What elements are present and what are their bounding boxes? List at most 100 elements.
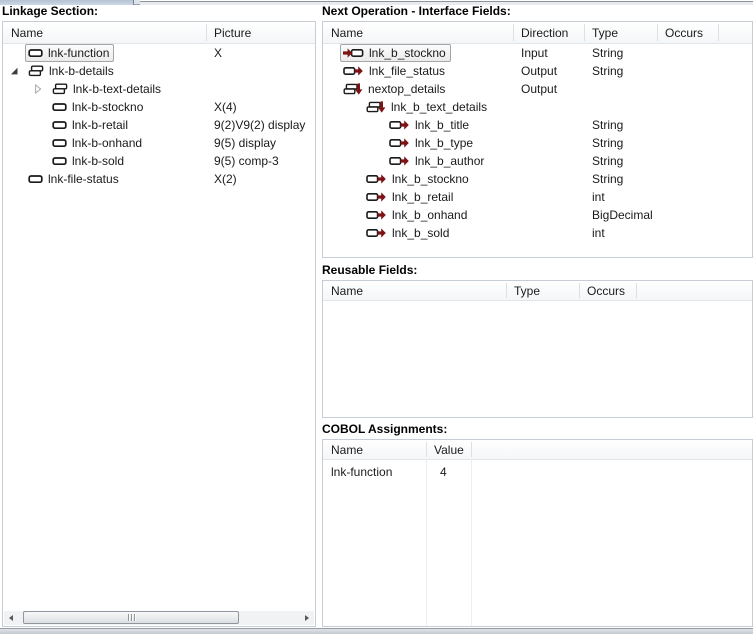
item[interactable]: lnk_file_status xyxy=(340,62,450,80)
item[interactable]: lnk_b_stockno xyxy=(363,170,474,188)
column-separator[interactable] xyxy=(718,24,719,41)
tree-row[interactable]: lnk_b_onhand BigDecimal xyxy=(323,206,752,224)
field-name: lnk_b_type xyxy=(415,136,473,150)
column-separator[interactable] xyxy=(206,24,207,41)
tree-row[interactable]: lnk-b-sold 9(5) comp-3 xyxy=(3,152,315,170)
column-separator[interactable] xyxy=(584,24,585,41)
item[interactable]: lnk_b_title xyxy=(386,116,474,134)
item[interactable]: nextop_details xyxy=(340,80,450,99)
tree-row[interactable]: lnk-b-retail 9(2)V9(2) display xyxy=(3,116,315,134)
tree-row[interactable]: lnk_b_text_details xyxy=(323,98,752,116)
reusable-fields-table: Name Type Occurs xyxy=(322,280,753,418)
tree-collapsed-icon[interactable] xyxy=(33,84,49,94)
field-name: lnk-b-onhand xyxy=(72,136,142,150)
output-field-icon xyxy=(389,154,410,168)
column-header-direction[interactable]: Direction xyxy=(521,26,568,40)
field-name: lnk-file-status xyxy=(48,172,119,186)
tree-row[interactable]: nextop_details Output xyxy=(323,80,752,98)
picture-cell: 9(2)V9(2) display xyxy=(214,118,305,132)
row-indent xyxy=(323,197,363,198)
column-header-name[interactable]: Name xyxy=(331,284,363,298)
direction-cell: Output xyxy=(521,82,557,96)
picture-cell: X(2) xyxy=(214,172,237,186)
item[interactable]: lnk_b_retail xyxy=(363,188,458,206)
output-field-icon xyxy=(389,118,410,132)
tree-row[interactable]: lnk_b_retail int xyxy=(323,188,752,206)
tree-row[interactable]: lnk-b-details xyxy=(3,62,315,80)
tree-row[interactable]: lnk-functionX xyxy=(3,44,315,62)
column-separator[interactable] xyxy=(657,24,658,41)
linkage-horizontal-scrollbar[interactable] xyxy=(4,611,314,625)
item[interactable]: lnk-b-onhand xyxy=(49,134,147,152)
tree-row[interactable]: lnk_b_stocknoInputString xyxy=(323,44,752,62)
scroll-left-arrow-icon[interactable] xyxy=(4,611,18,625)
picture-cell: X(4) xyxy=(214,100,237,114)
tree-expanded-icon[interactable] xyxy=(9,66,25,76)
column-header-type[interactable]: Type xyxy=(514,284,540,298)
tree-row[interactable]: lnk_b_stocknoString xyxy=(323,170,752,188)
tree-row[interactable]: lnk-b-text-details xyxy=(3,80,315,98)
picture-cell: 9(5) comp-3 xyxy=(214,154,279,168)
row-indent xyxy=(323,71,340,72)
input-field-icon xyxy=(343,46,364,60)
column-header-name[interactable]: Name xyxy=(331,26,363,40)
linkage-tree: lnk-functionXlnk-b-details lnk-b-text-det… xyxy=(3,44,315,188)
scrollbar-thumb[interactable] xyxy=(23,611,239,624)
column-header-name[interactable]: Name xyxy=(331,443,363,457)
field-name: lnk_file_status xyxy=(369,64,445,78)
field-name: lnk-b-text-details xyxy=(73,82,161,96)
item[interactable]: lnk-b-details xyxy=(25,62,119,80)
item[interactable]: lnk_b_author xyxy=(386,152,489,170)
row-indent xyxy=(3,107,33,108)
outer-horizontal-scrollbar[interactable] xyxy=(0,628,753,634)
column-separator[interactable] xyxy=(426,442,427,457)
field-name: lnk-b-sold xyxy=(72,154,124,168)
tree-row[interactable]: lnk-b-stockno X(4) xyxy=(3,98,315,116)
item[interactable]: lnk_b_sold xyxy=(363,224,454,242)
column-separator[interactable] xyxy=(506,283,507,298)
row-indent xyxy=(323,125,386,126)
tree-row[interactable]: lnk-file-status X(2) xyxy=(3,170,315,188)
item[interactable]: lnk-b-sold xyxy=(49,152,129,170)
tree-row[interactable]: lnk_b_authorString xyxy=(323,152,752,170)
tree-row[interactable]: lnk-b-onhand 9(5) display xyxy=(3,134,315,152)
row-indent xyxy=(3,125,33,126)
assignment-name-cell: lnk-function xyxy=(331,465,392,479)
tree-row[interactable]: lnk_b_titleString xyxy=(323,116,752,134)
column-header-name[interactable]: Name xyxy=(11,26,43,40)
item[interactable]: lnk_b_onhand xyxy=(363,206,472,224)
picture-cell: 9(5) display xyxy=(214,136,276,150)
output-field-icon xyxy=(366,190,387,204)
tree-row[interactable]: lnk_b_soldint xyxy=(323,224,752,242)
selected-item[interactable]: lnk-function xyxy=(25,44,114,62)
tree-row[interactable]: lnk_b_typeString xyxy=(323,134,752,152)
item[interactable]: lnk_b_text_details xyxy=(363,98,492,117)
column-header-value[interactable]: Value xyxy=(434,443,464,457)
item[interactable]: lnk-file-status xyxy=(25,170,124,188)
field-name: lnk_b_onhand xyxy=(392,208,467,222)
field-name: lnk_b_retail xyxy=(392,190,453,204)
column-separator[interactable] xyxy=(471,442,472,457)
field-name: lnk_b_sold xyxy=(392,226,449,240)
selected-item[interactable]: lnk_b_stockno xyxy=(340,44,451,62)
item[interactable]: lnk-b-text-details xyxy=(49,80,166,98)
tree-row[interactable]: lnk_file_statusOutputString xyxy=(323,62,752,80)
item[interactable]: lnk-b-retail xyxy=(49,116,133,134)
output-field-icon xyxy=(343,64,364,78)
item[interactable]: lnk_b_type xyxy=(386,134,478,152)
row-indent xyxy=(323,107,363,108)
column-separator[interactable] xyxy=(579,283,580,298)
column-header-occurs[interactable]: Occurs xyxy=(665,26,703,40)
output-field-icon xyxy=(366,226,387,240)
column-separator[interactable] xyxy=(636,283,637,298)
column-header-type[interactable]: Type xyxy=(592,26,618,40)
type-cell: BigDecimal xyxy=(592,208,653,222)
table-row[interactable]: lnk-function4 xyxy=(323,460,752,482)
type-cell: int xyxy=(592,190,605,204)
column-header-picture[interactable]: Picture xyxy=(214,26,251,40)
scroll-right-arrow-icon[interactable] xyxy=(300,611,314,625)
item[interactable]: lnk-b-stockno xyxy=(49,98,148,116)
column-separator[interactable] xyxy=(513,24,514,41)
type-cell: String xyxy=(592,64,623,78)
column-header-occurs[interactable]: Occurs xyxy=(587,284,625,298)
